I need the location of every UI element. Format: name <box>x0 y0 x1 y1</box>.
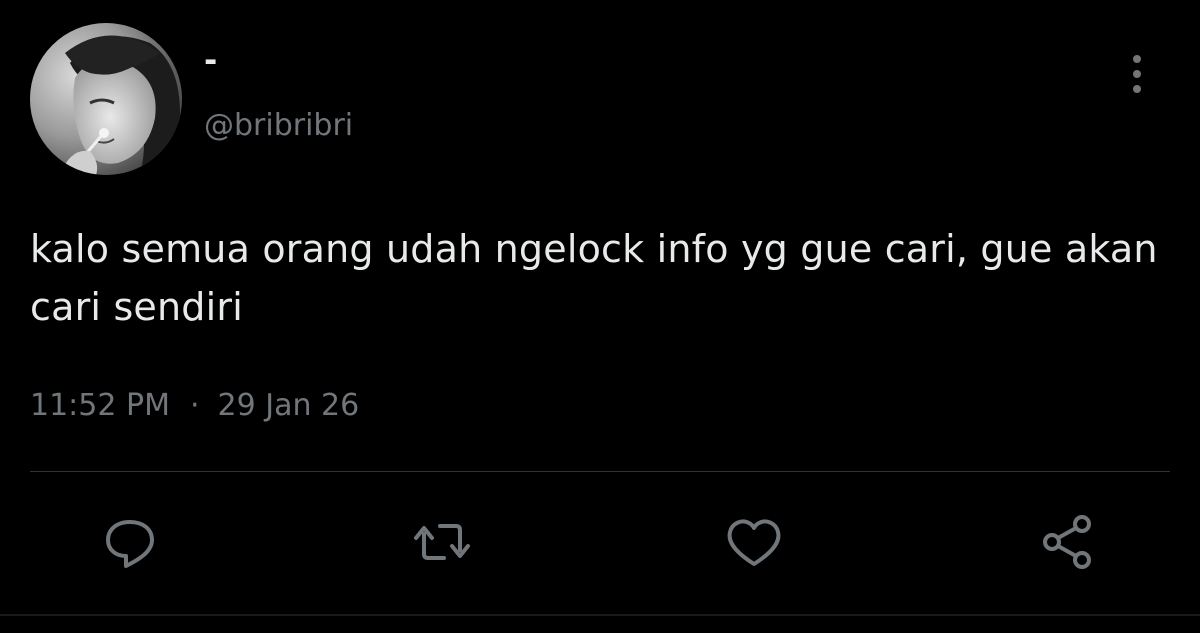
share-button[interactable] <box>1036 510 1100 574</box>
user-handle[interactable]: @bribribri <box>204 108 353 144</box>
like-button[interactable] <box>722 510 786 574</box>
more-vertical-icon <box>1133 55 1141 93</box>
avatar[interactable] <box>30 23 182 175</box>
tweet-metadata: 11:52 PM · 29 Jan 26 <box>30 386 359 426</box>
action-bar <box>0 510 1200 580</box>
heart-icon <box>727 519 781 566</box>
tweet-text: kalo semua orang udah ngelock info yg gu… <box>30 227 1158 329</box>
retweet-button[interactable] <box>410 510 474 574</box>
reply-icon <box>106 520 154 568</box>
bottom-divider <box>0 614 1200 616</box>
retweet-icon <box>414 524 470 560</box>
more-options-button[interactable] <box>1120 50 1154 100</box>
share-icon <box>1043 515 1091 569</box>
meta-separator: · <box>189 388 200 423</box>
avatar-photo <box>30 23 182 175</box>
divider <box>30 471 1170 472</box>
display-name[interactable]: - <box>204 42 217 78</box>
tweet-time[interactable]: 11:52 PM <box>30 388 170 423</box>
reply-button[interactable] <box>98 510 162 574</box>
tweet-card: - @bribribri kalo semua orang udah ngelo… <box>0 0 1200 633</box>
tweet-date[interactable]: 29 Jan 26 <box>218 388 360 423</box>
